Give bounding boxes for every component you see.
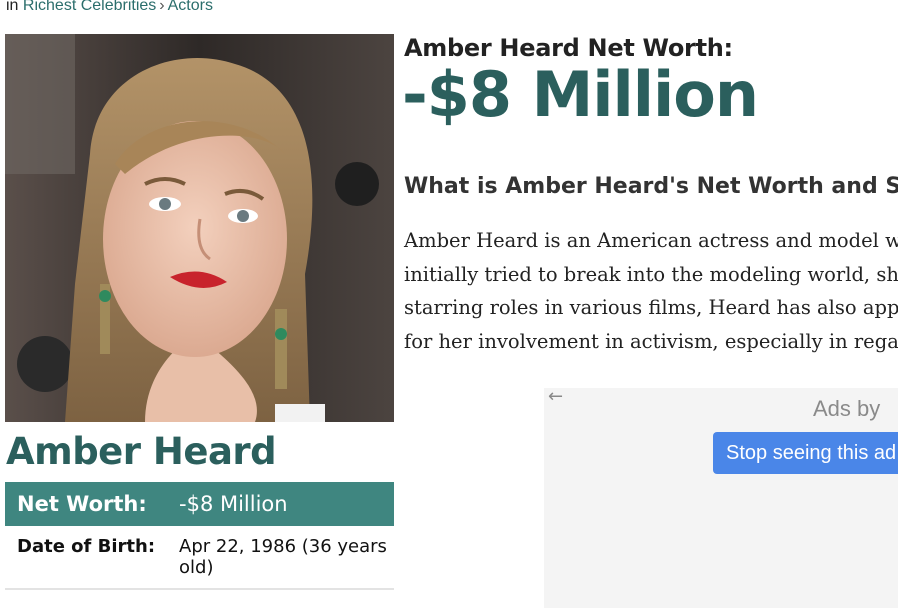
breadcrumb-link-category[interactable]: Richest Celebrities: [23, 0, 156, 14]
breadcrumb-prefix: in: [6, 0, 19, 14]
back-arrow-icon[interactable]: ←: [548, 386, 563, 407]
stats-table: Net Worth: -$8 Million Date of Birth: Ap…: [5, 482, 394, 590]
article-line: starring roles in various films, Heard h…: [404, 296, 898, 319]
net-worth-label: Net Worth:: [17, 492, 147, 516]
net-worth-amount: -$8 Million: [402, 58, 759, 131]
celebrity-name: Amber Heard: [6, 430, 277, 473]
breadcrumb-separator: ›: [159, 0, 165, 14]
article-paragraph: Amber Heard is an American actress and m…: [404, 224, 898, 358]
article-line: initially tried to break into the modeli…: [404, 262, 898, 286]
article-question-heading: What is Amber Heard's Net Worth and Sa: [404, 174, 898, 199]
table-row-date-of-birth: Date of Birth: Apr 22, 1986 (36 years ol…: [5, 526, 394, 589]
net-worth-value: -$8 Million: [179, 492, 288, 516]
article-line: Amber Heard is an American actress and m…: [404, 229, 898, 252]
dob-value: Apr 22, 1986 (36 years old): [179, 536, 387, 578]
breadcrumb-link-subcategory[interactable]: Actors: [168, 0, 213, 14]
table-row-net-worth: Net Worth: -$8 Million: [5, 482, 394, 526]
article-line: for her involvement in activism, especia…: [404, 329, 898, 353]
breadcrumb: in Richest Celebrities › Actors: [6, 0, 213, 15]
dob-label: Date of Birth:: [17, 536, 156, 557]
celebrity-photo: [5, 34, 394, 422]
stop-seeing-ad-button[interactable]: Stop seeing this ad: [713, 432, 898, 474]
ads-by-label: Ads by: [813, 396, 881, 421]
